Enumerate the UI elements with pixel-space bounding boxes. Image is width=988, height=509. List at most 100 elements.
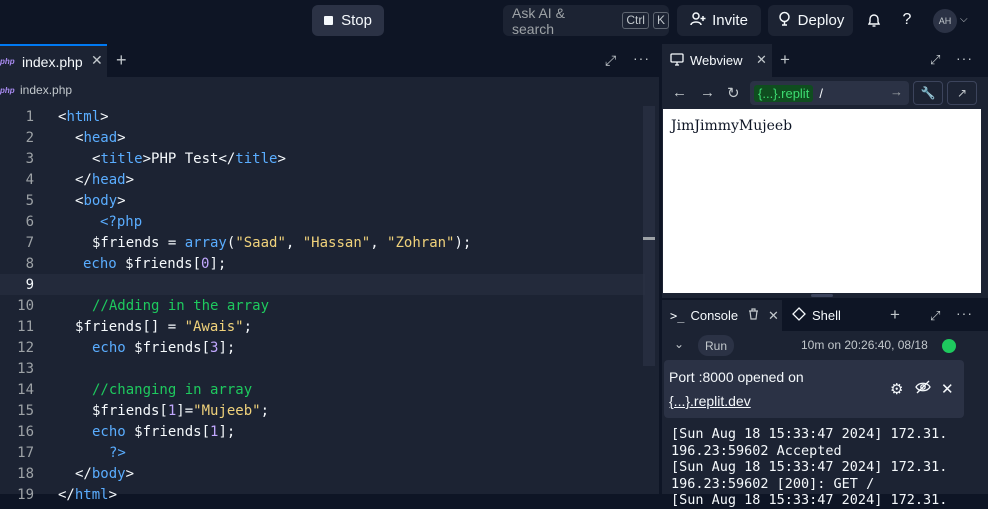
terminal-prompt-icon: >_ <box>670 308 685 323</box>
tab-console[interactable]: >_ Console <box>662 300 782 331</box>
avatar[interactable]: AH <box>933 9 957 33</box>
tab-shell[interactable]: Shell <box>792 300 841 331</box>
code-line: 14 //changing in array <box>0 379 645 400</box>
pane-resize-handle[interactable] <box>811 294 833 297</box>
port-notification: Port :8000 opened on {...}.replit.dev ⚙ … <box>664 360 964 418</box>
add-tab-icon[interactable]: + <box>780 50 790 70</box>
chevron-down-icon[interactable]: ⌵ <box>960 14 968 25</box>
bell-icon[interactable] <box>864 10 884 30</box>
shell-tab-label: Shell <box>812 308 841 323</box>
ask-ai-search-button[interactable]: Ask AI & search Ctrl K <box>503 4 669 37</box>
url-bar[interactable]: {...}.replit / → <box>750 81 909 105</box>
code-line: 1 <html> <box>0 106 645 127</box>
add-user-icon <box>690 11 706 30</box>
line-number: 15 <box>17 402 34 419</box>
run-button[interactable]: Run <box>698 335 734 356</box>
code-line: 12 echo $friends[3]; <box>0 337 645 358</box>
url-host: {...}.replit <box>754 84 814 102</box>
line-number: 9 <box>25 276 34 293</box>
back-arrow-icon[interactable]: ← <box>672 84 687 101</box>
more-options-icon[interactable]: ··· <box>633 50 650 66</box>
port-text: Port :8000 opened on <box>669 369 804 385</box>
expand-icon[interactable]: ⤢ <box>930 308 940 324</box>
line-number: 17 <box>17 444 34 461</box>
close-icon[interactable]: ✕ <box>756 52 767 68</box>
monitor-icon <box>670 52 684 69</box>
stop-label: Stop <box>341 12 372 29</box>
devtools-button[interactable]: 🔧 <box>913 81 943 105</box>
search-label: Ask AI & search <box>512 4 565 37</box>
line-number: 3 <box>25 150 34 167</box>
trash-icon[interactable] <box>748 308 759 323</box>
url-path: / <box>819 85 823 101</box>
webview-pane: Webview ✕ + ⤢ ··· ← → ↻ {...}.replit / →… <box>662 44 988 298</box>
code-text: $friends = array("Saad", "Hassan", "Zohr… <box>92 234 472 251</box>
add-tab-icon[interactable]: + <box>116 50 127 71</box>
code-text: echo $friends[0]; <box>83 255 227 272</box>
help-icon[interactable]: ? <box>897 10 917 30</box>
close-icon[interactable]: ✕ <box>91 52 103 69</box>
webview-content[interactable]: JimJimmyMujeeb <box>663 109 981 293</box>
editor-scrollbar[interactable] <box>643 106 655 366</box>
run-timestamp: 10m on 20:26:40, 08/18 <box>801 338 928 352</box>
code-line: 13 <box>0 358 645 379</box>
webview-nav-bar: ← → ↻ {...}.replit / → 🔧 ↗ <box>662 77 988 109</box>
invite-button[interactable]: Invite <box>677 5 761 36</box>
editor-tab-bar: php index.php ✕ + ⤢ ··· <box>0 44 659 77</box>
code-line: 6 <?php <box>0 211 645 232</box>
deploy-label: Deploy <box>797 12 845 29</box>
code-text: ?> <box>109 444 126 461</box>
breadcrumb[interactable]: php index.php <box>0 79 72 101</box>
code-text: <body> <box>75 192 126 209</box>
code-line: 4 </head> <box>0 169 645 190</box>
code-line: 17 ?> <box>0 442 645 463</box>
more-options-icon[interactable]: ··· <box>956 50 973 66</box>
code-line: 5 <body> <box>0 190 645 211</box>
open-new-tab-button[interactable]: ↗ <box>947 81 977 105</box>
close-icon[interactable]: ✕ <box>941 380 954 398</box>
code-line: 3 <title>PHP Test</title> <box>0 148 645 169</box>
code-line-active: 9 <box>0 274 645 295</box>
reload-icon[interactable]: ↻ <box>727 84 740 102</box>
port-link[interactable]: {...}.replit.dev <box>669 393 751 409</box>
code-text: //Adding in the array <box>92 297 270 314</box>
code-text: echo $friends[3]; <box>92 339 236 356</box>
expand-icon[interactable]: ⤢ <box>605 52 616 69</box>
close-icon[interactable]: ✕ <box>768 308 779 324</box>
expand-icon[interactable]: ⤢ <box>930 52 940 68</box>
stop-icon <box>324 16 334 25</box>
line-number: 11 <box>17 318 34 335</box>
go-arrow-icon[interactable]: → <box>890 84 903 99</box>
code-text: <title>PHP Test</title> <box>92 150 286 167</box>
code-line: 7 $friends = array("Saad", "Hassan", "Zoh… <box>0 232 645 253</box>
tab-label: index.php <box>22 53 83 70</box>
deploy-button[interactable]: Deploy <box>768 5 853 36</box>
kbd-ctrl: Ctrl <box>622 12 649 29</box>
code-text: <head> <box>75 129 126 146</box>
chevron-down-icon[interactable]: ⌄ <box>674 337 684 351</box>
shell-icon <box>792 307 806 324</box>
code-text: $friends[] = "Awais"; <box>75 318 253 335</box>
eye-off-icon[interactable] <box>915 380 931 398</box>
code-line: 16 echo $friends[1]; <box>0 421 645 442</box>
code-text: </html> <box>58 486 118 503</box>
line-number: 19 <box>17 486 34 503</box>
add-tab-icon[interactable]: + <box>890 305 900 325</box>
line-number: 10 <box>17 297 34 314</box>
code-line: 15 $friends[1]="Mujeeb"; <box>0 400 645 421</box>
invite-label: Invite <box>712 12 748 29</box>
code-text: //changing in array <box>92 381 253 398</box>
line-number: 8 <box>25 255 34 272</box>
more-options-icon[interactable]: ··· <box>956 305 973 321</box>
gear-icon[interactable]: ⚙ <box>890 380 903 398</box>
code-area[interactable]: 1 <html> 2 <head> 3 <title>PHP Test</title>… <box>0 106 659 503</box>
code-line: 11 $friends[] = "Awais"; <box>0 316 645 337</box>
webview-output-text: JimJimmyMujeeb <box>671 118 793 134</box>
php-file-icon: php <box>0 85 15 95</box>
run-status-row: ⌄ Run 10m on 20:26:40, 08/18 <box>662 333 988 357</box>
forward-arrow-icon[interactable]: → <box>700 84 715 101</box>
line-number: 2 <box>25 129 34 146</box>
stop-button[interactable]: Stop <box>312 5 384 36</box>
code-editor-pane: php index.php ✕ + ⤢ ··· php index.php 1 <… <box>0 44 659 503</box>
code-text: <?php <box>100 213 143 230</box>
